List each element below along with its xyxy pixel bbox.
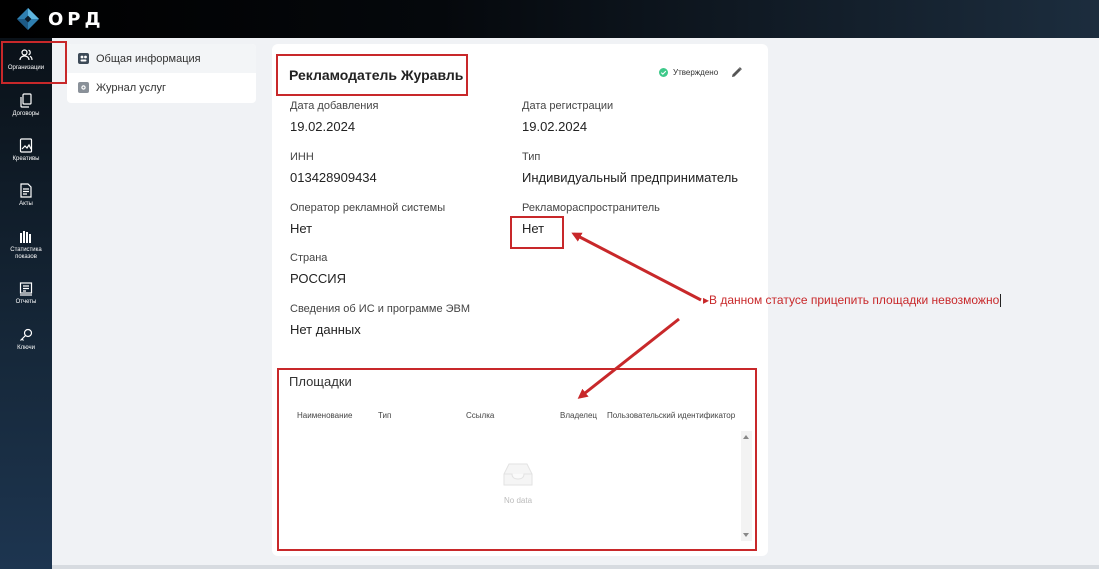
highlight-box-distributor-value bbox=[510, 216, 564, 249]
bottom-divider bbox=[52, 565, 1099, 569]
field-is-info: Сведения об ИС и программе ЭВМ Нет данны… bbox=[290, 303, 470, 337]
field-label: Тип bbox=[522, 151, 541, 163]
submenu-panel: Общая информация Журнал услуг bbox=[67, 44, 256, 103]
highlight-box-title bbox=[276, 54, 468, 96]
check-circle-icon bbox=[659, 68, 668, 77]
stats-icon bbox=[20, 231, 31, 243]
sidebar-item-label: Отчеты bbox=[15, 299, 37, 305]
field-value: Нет bbox=[290, 221, 313, 236]
field-added-date: Дата добавления 19.02.2024 bbox=[290, 100, 378, 134]
field-value: Нет данных bbox=[290, 322, 361, 337]
settings-icon bbox=[78, 82, 89, 93]
field-country: Страна РОССИЯ bbox=[290, 252, 346, 286]
sidebar-item-label: Договоры bbox=[12, 111, 40, 117]
annotation-text: ▸В данном статусе прицепить площадки нев… bbox=[703, 293, 1002, 308]
annotation-label: ▸В данном статусе прицепить площадки нев… bbox=[703, 293, 1000, 307]
submenu-item-label: Общая информация bbox=[96, 52, 201, 65]
logo-text: ОРД bbox=[48, 8, 105, 30]
field-value: 19.02.2024 bbox=[522, 119, 588, 134]
field-value: Индивидуальный предприниматель bbox=[522, 170, 739, 185]
text-cursor bbox=[1000, 294, 1002, 308]
field-label: Сведения об ИС и программе ЭВМ bbox=[290, 303, 471, 315]
documents-icon bbox=[20, 93, 32, 108]
field-operator: Оператор рекламной системы Нет bbox=[290, 202, 445, 236]
sidebar-item-keys[interactable]: Ключи bbox=[0, 328, 52, 352]
top-bar: ОРД bbox=[0, 0, 1099, 38]
report-icon bbox=[19, 282, 33, 296]
logo-diamond-icon bbox=[17, 8, 39, 30]
sidebar-item-label: Креативы bbox=[12, 156, 40, 162]
submenu-item-service-log[interactable]: Журнал услуг bbox=[67, 73, 256, 102]
highlight-box-organizations bbox=[1, 41, 67, 84]
file-icon bbox=[20, 183, 32, 198]
field-value: 013428909434 bbox=[290, 170, 377, 185]
sidebar-item-acts[interactable]: Акты bbox=[0, 183, 52, 208]
status-badge: Утверждено bbox=[659, 68, 718, 77]
logo[interactable]: ОРД bbox=[16, 7, 105, 31]
field-type: Тип Индивидуальный предприниматель bbox=[522, 151, 738, 185]
field-registration-date: Дата регистрации 19.02.2024 bbox=[522, 100, 613, 134]
edit-pencil-icon[interactable] bbox=[730, 66, 743, 79]
field-value: 19.02.2024 bbox=[290, 119, 356, 134]
sidebar-item-creatives[interactable]: Креативы bbox=[0, 138, 52, 163]
info-icon bbox=[78, 53, 89, 64]
field-label: Дата добавления bbox=[290, 100, 379, 112]
sidebar-item-label: Статистика показов bbox=[10, 247, 42, 261]
field-label: Дата регистрации bbox=[522, 100, 614, 112]
status-text: Утверждено bbox=[673, 68, 719, 77]
field-label: Оператор рекламной системы bbox=[290, 202, 446, 214]
field-label: ИНН bbox=[290, 151, 314, 163]
submenu-item-general-info[interactable]: Общая информация bbox=[67, 44, 256, 73]
field-label: Рекламораспространитель bbox=[522, 202, 660, 214]
sidebar-item-label: Акты bbox=[19, 201, 33, 207]
key-icon bbox=[20, 328, 33, 341]
sidebar-item-label: Ключи bbox=[17, 345, 35, 351]
sidebar-item-stats[interactable]: Статистика показов bbox=[0, 230, 52, 261]
sidebar-item-contracts[interactable]: Договоры bbox=[0, 93, 52, 118]
submenu-item-label: Журнал услуг bbox=[96, 81, 167, 94]
field-inn: ИНН 013428909434 bbox=[290, 151, 377, 185]
highlight-box-platforms bbox=[277, 368, 757, 551]
image-icon bbox=[19, 138, 33, 153]
sidebar-item-reports[interactable]: Отчеты bbox=[0, 282, 52, 306]
field-value: РОССИЯ bbox=[290, 271, 347, 286]
field-label: Страна bbox=[290, 252, 328, 264]
